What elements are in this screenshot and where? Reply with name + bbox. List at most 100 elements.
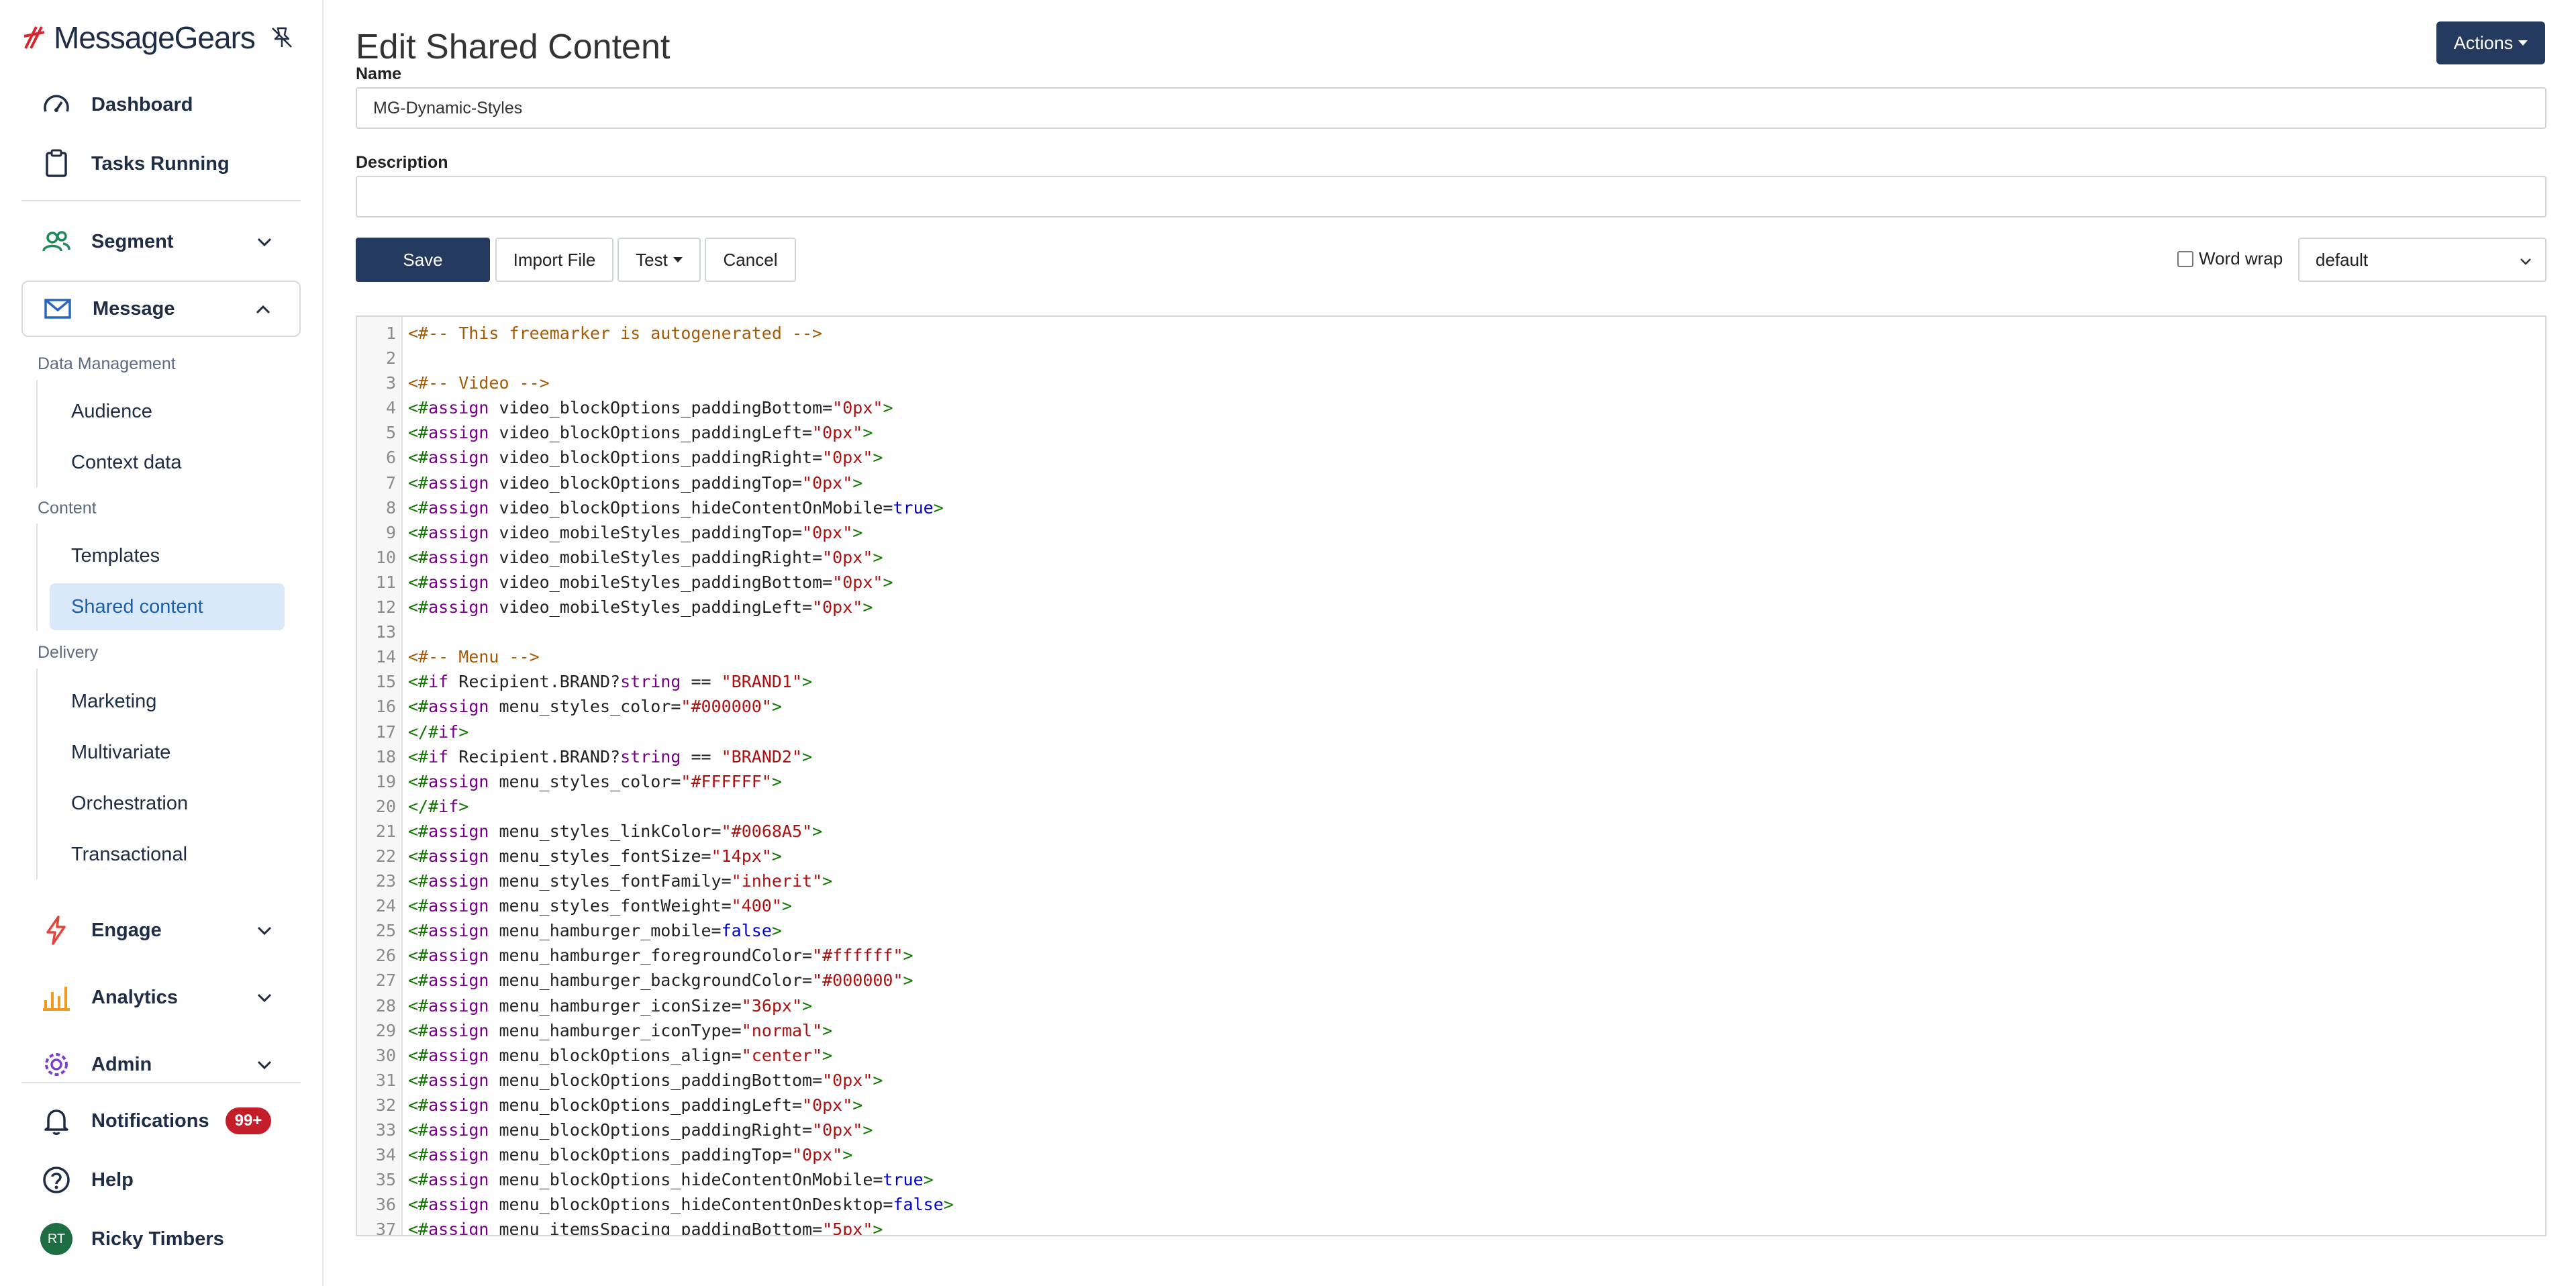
code-token: menu_itemsSpacing_paddingBottom= bbox=[489, 1220, 823, 1236]
code-token: > bbox=[771, 771, 782, 791]
code-token: "center" bbox=[741, 1045, 823, 1065]
code-token: assign bbox=[428, 946, 489, 966]
code-token: menu_blockOptions_paddingTop= bbox=[489, 1145, 792, 1165]
code-token: > bbox=[842, 1145, 853, 1165]
nav-user-profile[interactable]: RT Ricky Timbers bbox=[21, 1211, 301, 1267]
code-token: "0px" bbox=[822, 547, 873, 567]
nav-tasks-running[interactable]: Tasks Running bbox=[21, 136, 301, 192]
code-token: assign bbox=[428, 497, 489, 517]
line-number: 36 bbox=[375, 1195, 396, 1215]
brand-logo[interactable]: MessageGears bbox=[21, 20, 256, 55]
nav-message[interactable]: Message bbox=[21, 281, 301, 337]
code-token: <# bbox=[408, 1120, 429, 1140]
nav-engage[interactable]: Engage bbox=[21, 902, 301, 958]
nav-orchestration[interactable]: Orchestration bbox=[50, 780, 285, 827]
code-editor[interactable]: 1 <#-- This freemarker is autogenerated -… bbox=[356, 315, 2546, 1236]
code-token: > bbox=[883, 572, 893, 592]
nav-admin-label: Admin bbox=[91, 1053, 152, 1075]
code-token: menu_hamburger_mobile= bbox=[489, 921, 722, 941]
save-button[interactable]: Save bbox=[356, 238, 490, 282]
name-input[interactable]: MG-Dynamic-Styles bbox=[356, 87, 2546, 129]
bell-icon bbox=[44, 1109, 68, 1135]
code-text: <#assign menu_blockOptions_paddingTop="0… bbox=[408, 1142, 852, 1167]
code-line: 12 <#assign video_mobileStyles_paddingLef… bbox=[357, 595, 2545, 620]
code-token: assign bbox=[428, 1070, 489, 1090]
actions-dropdown-button[interactable]: Actions bbox=[2436, 21, 2545, 64]
code-token: "0px" bbox=[812, 597, 863, 617]
line-number: 29 bbox=[375, 1020, 396, 1040]
code-token: <# bbox=[408, 423, 429, 443]
test-dropdown-button[interactable]: Test bbox=[617, 238, 701, 282]
code-token: <# bbox=[408, 1070, 429, 1090]
code-token: assign bbox=[428, 921, 489, 941]
cancel-button[interactable]: Cancel bbox=[705, 238, 796, 282]
code-token: > bbox=[822, 871, 833, 891]
nav-dashboard[interactable]: Dashboard bbox=[21, 77, 301, 133]
code-token: <# bbox=[408, 946, 429, 966]
code-token: "#000000" bbox=[681, 697, 772, 717]
code-token: "normal" bbox=[741, 1020, 823, 1040]
nav-transactional[interactable]: Transactional bbox=[50, 831, 285, 878]
line-number: 26 bbox=[375, 946, 396, 966]
clipboard-icon bbox=[46, 149, 67, 177]
code-line: 27 <#assign menu_hamburger_backgroundColo… bbox=[357, 968, 2545, 993]
code-token: <# bbox=[408, 1195, 429, 1215]
code-token: > bbox=[873, 547, 883, 567]
section-heading-delivery: Delivery bbox=[38, 643, 99, 662]
code-token: <# bbox=[408, 398, 429, 418]
code-token: "#FFFFFF" bbox=[681, 771, 772, 791]
code-token: video_blockOptions_hideContentOnMobile= bbox=[489, 497, 893, 517]
code-line: 16 <#assign menu_styles_color="#000000"> bbox=[357, 694, 2545, 719]
nav-marketing[interactable]: Marketing bbox=[50, 678, 285, 725]
code-line: 10 <#assign video_mobileStyles_paddingRig… bbox=[357, 545, 2545, 570]
unpin-sidebar-icon[interactable] bbox=[268, 24, 295, 51]
nav-templates[interactable]: Templates bbox=[50, 532, 285, 579]
line-number: 21 bbox=[375, 821, 396, 841]
code-token: "0px" bbox=[812, 1120, 863, 1140]
test-label: Test bbox=[636, 249, 668, 270]
code-token: menu_styles_fontSize= bbox=[489, 846, 711, 866]
nav-shared-content[interactable]: Shared content bbox=[50, 583, 285, 630]
code-token: assign bbox=[428, 473, 489, 493]
nav-tasks-running-label: Tasks Running bbox=[91, 152, 230, 175]
editor-theme-select[interactable]: default bbox=[2298, 238, 2546, 282]
code-line: 20 </#if> bbox=[357, 794, 2545, 819]
code-token: > bbox=[933, 497, 944, 517]
nav-engage-label: Engage bbox=[91, 919, 162, 941]
code-text: <#assign menu_styles_fontWeight="400"> bbox=[408, 893, 792, 918]
code-token: assign bbox=[428, 1145, 489, 1165]
nav-admin[interactable]: Admin bbox=[21, 1036, 301, 1093]
nav-multivariate[interactable]: Multivariate bbox=[50, 729, 285, 776]
code-token: Recipient.BRAND? bbox=[448, 672, 621, 692]
code-line: 13 bbox=[357, 620, 2545, 644]
word-wrap-toggle[interactable]: Word wrap bbox=[2177, 248, 2283, 269]
code-token: assign bbox=[428, 1170, 489, 1190]
nav-segment[interactable]: Segment bbox=[21, 213, 301, 270]
line-number: 7 bbox=[385, 473, 396, 493]
line-number: 28 bbox=[375, 995, 396, 1016]
nav-analytics[interactable]: Analytics bbox=[21, 969, 301, 1026]
code-token: assign bbox=[428, 1120, 489, 1140]
code-text: <#if Recipient.BRAND?string == "BRAND2"> bbox=[408, 744, 812, 769]
code-token: menu_styles_fontWeight= bbox=[489, 896, 732, 916]
nav-notifications[interactable]: Notifications 99+ bbox=[21, 1093, 301, 1149]
code-token: <# bbox=[408, 995, 429, 1016]
code-token: menu_hamburger_iconType= bbox=[489, 1020, 742, 1040]
code-line: 18 <#if Recipient.BRAND?string == "BRAND2… bbox=[357, 744, 2545, 769]
word-wrap-checkbox[interactable] bbox=[2177, 250, 2193, 267]
code-token: > bbox=[903, 971, 913, 991]
nav-audience[interactable]: Audience bbox=[50, 388, 285, 435]
code-line: 4 <#assign video_blockOptions_paddingBott… bbox=[357, 395, 2545, 420]
nav-help[interactable]: Help bbox=[21, 1152, 301, 1208]
import-file-button[interactable]: Import File bbox=[495, 238, 613, 282]
chevron-down-icon bbox=[257, 926, 272, 936]
code-text: <#-- Menu --> bbox=[408, 644, 540, 669]
line-number: 5 bbox=[385, 423, 396, 443]
code-token: menu_blockOptions_paddingBottom= bbox=[489, 1070, 823, 1090]
code-token: "0px" bbox=[832, 572, 883, 592]
nav-context-data[interactable]: Context data bbox=[50, 439, 285, 486]
code-token: > bbox=[862, 597, 873, 617]
code-token: "36px" bbox=[741, 995, 803, 1016]
description-input[interactable] bbox=[356, 176, 2546, 217]
code-token: menu_blockOptions_paddingRight= bbox=[489, 1120, 813, 1140]
